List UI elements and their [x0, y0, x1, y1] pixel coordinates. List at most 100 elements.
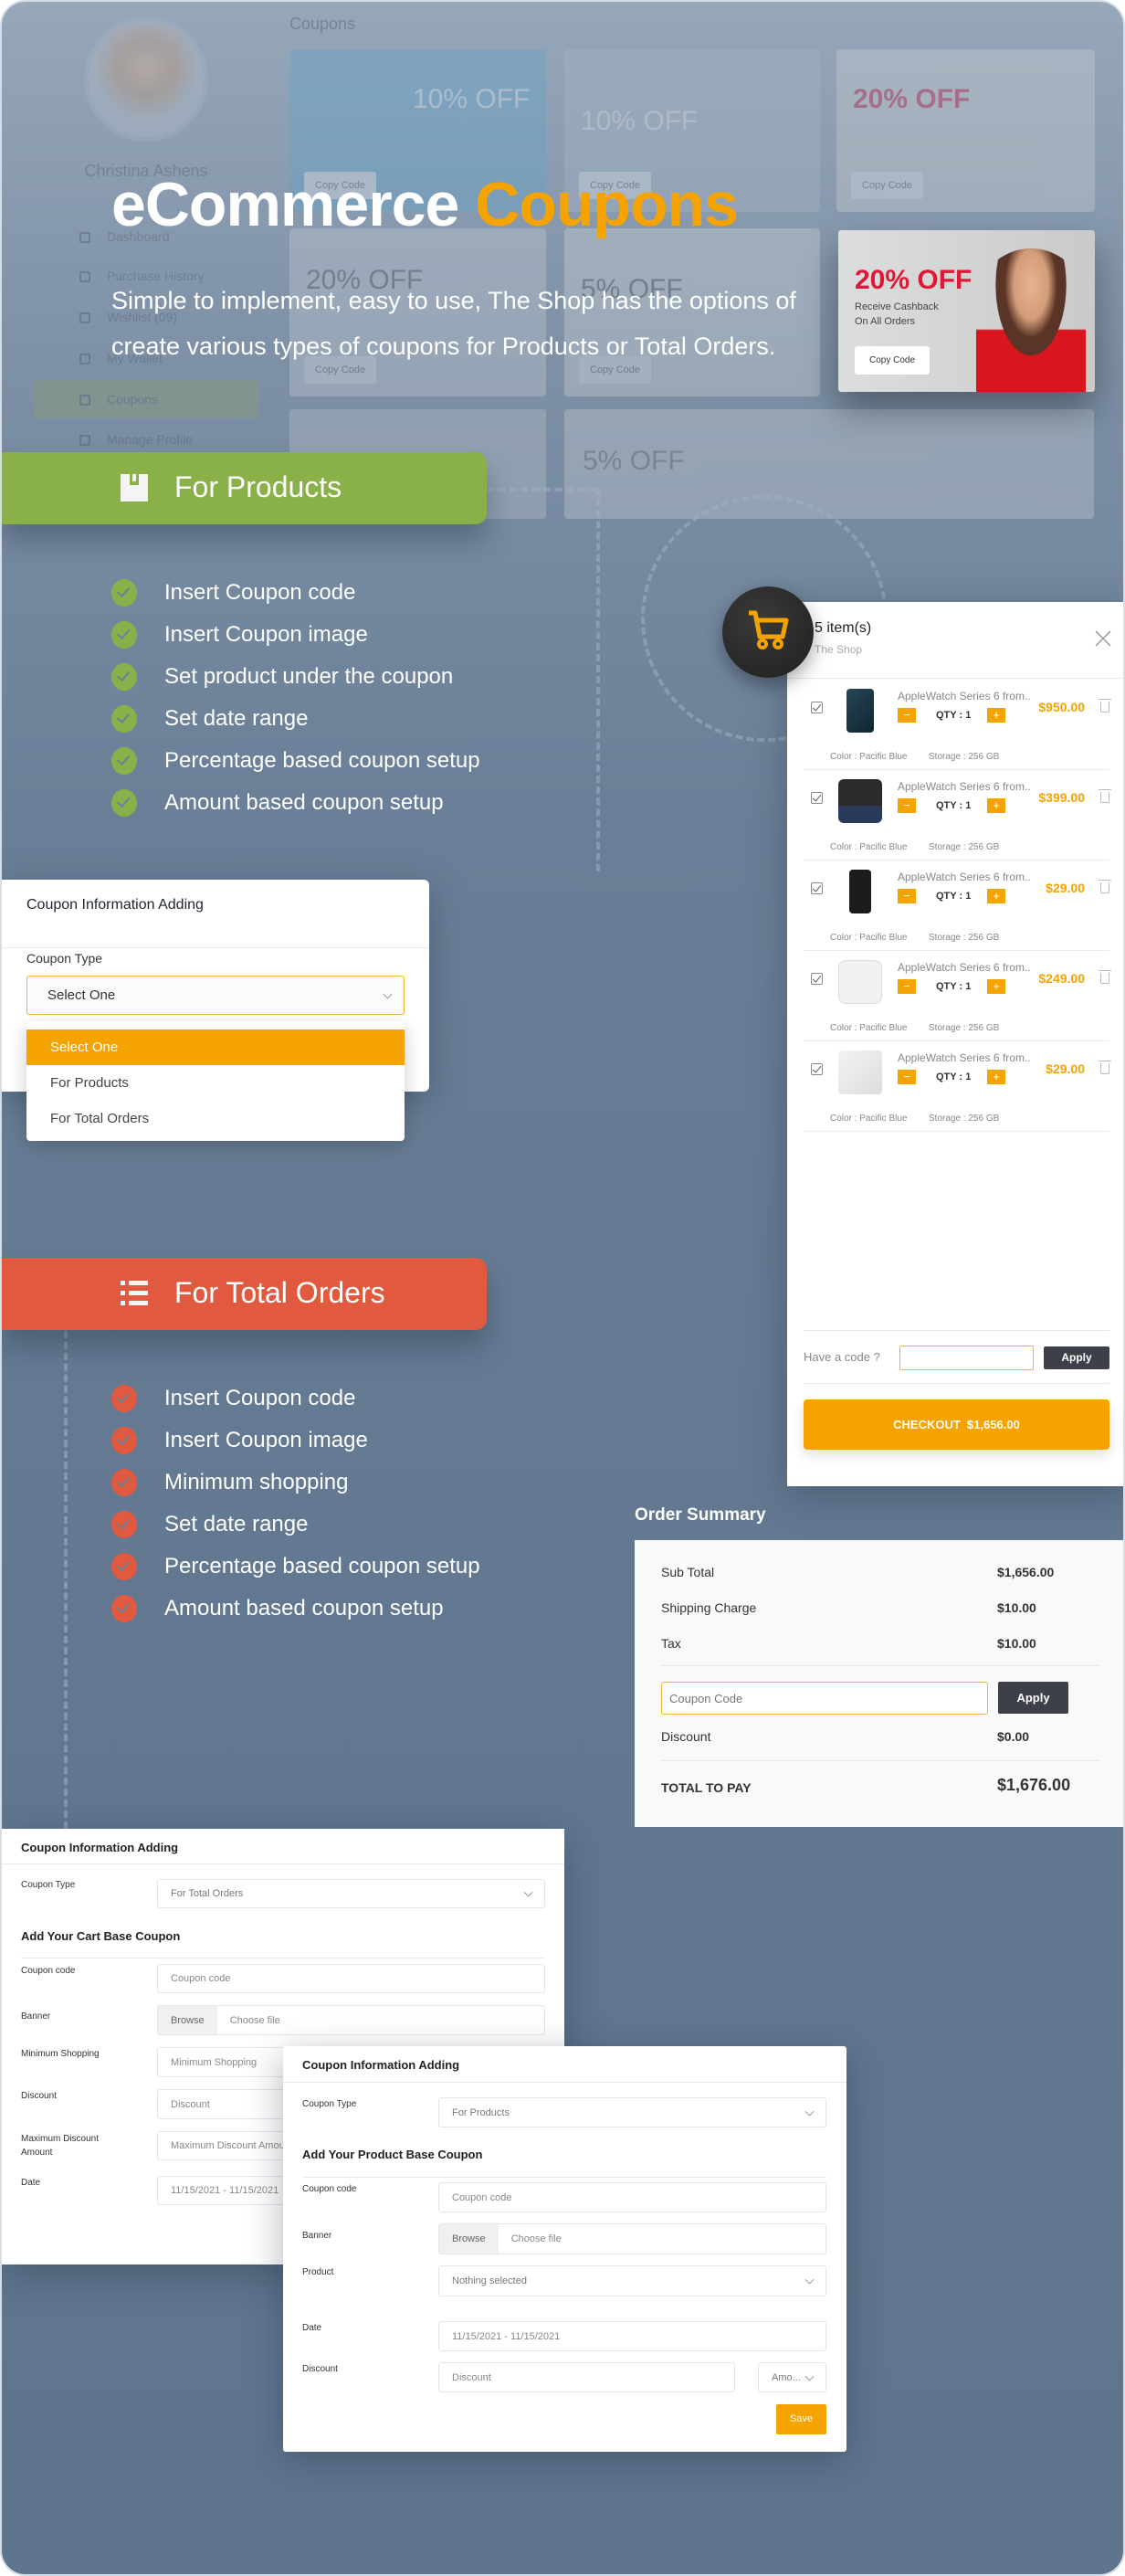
coupon-code-input[interactable] — [661, 1682, 988, 1715]
check-circle-icon — [111, 1553, 137, 1580]
feature-text: Minimum shopping — [164, 1470, 349, 1494]
option-for-total-orders[interactable]: For Total Orders — [26, 1101, 405, 1136]
total-value: $1,676.00 — [997, 1776, 1071, 1794]
cart-item: AppleWatch Series 6 from.. − QTY : 1 + $29.0… — [804, 1041, 1111, 1132]
checkout-button[interactable]: CHECKOUT $1,656.00 — [804, 1399, 1109, 1450]
increase-qty-button[interactable]: + — [987, 889, 1005, 903]
sidebar-item-manage-profile: Manage Profile — [79, 432, 193, 447]
increase-qty-button[interactable]: + — [987, 1070, 1005, 1084]
banner-file-input[interactable]: Browse Choose file — [157, 2005, 545, 2035]
product-select[interactable]: Nothing selected — [438, 2265, 826, 2296]
quantity: QTY : 1 — [936, 1072, 972, 1082]
sidebar-item-coupons: Coupons — [79, 392, 158, 406]
option-for-products[interactable]: For Products — [26, 1065, 405, 1101]
cart-item: AppleWatch Series 6 from.. − QTY : 1 + $950.… — [804, 680, 1111, 770]
card-title: Coupon Information Adding — [302, 2058, 460, 2072]
coupon-type-select[interactable]: For Products — [438, 2097, 826, 2127]
product-name[interactable]: AppleWatch Series 6 from.. — [898, 871, 1031, 883]
discount-type-select[interactable]: Amo... — [758, 2362, 826, 2392]
increase-qty-button[interactable]: + — [987, 708, 1005, 723]
banner-label: For Total Orders — [174, 1276, 385, 1309]
banner-label: Banner — [21, 2011, 51, 2022]
cart-code-input[interactable] — [899, 1346, 1034, 1370]
check-circle-icon — [111, 705, 137, 733]
chevron-down-icon — [383, 989, 393, 999]
product-storage: Storage : 256 GB — [929, 752, 1000, 762]
cart-icon-badge[interactable] — [722, 586, 814, 678]
coupon-card: 20% OFF Copy Code — [836, 49, 1095, 212]
coupon-code-input[interactable]: Coupon code — [438, 2182, 826, 2212]
summary-value: $10.00 — [997, 1600, 1036, 1615]
cart-apply-button[interactable]: Apply — [1044, 1346, 1109, 1369]
product-name[interactable]: AppleWatch Series 6 from.. — [898, 780, 1031, 793]
summary-label: Tax — [661, 1636, 681, 1651]
chevron-down-icon — [804, 2371, 815, 2381]
browse-button[interactable]: Browse — [439, 2224, 499, 2254]
date-input[interactable]: 11/15/2021 - 11/15/2021 — [438, 2321, 826, 2351]
feature-text: Percentage based coupon setup — [164, 1554, 480, 1578]
check-circle-icon — [111, 1385, 137, 1412]
banner-label: Banner — [302, 2231, 332, 2241]
coupon-code-input[interactable]: Coupon code — [157, 1964, 545, 1993]
close-icon[interactable] — [1094, 629, 1112, 648]
decrease-qty-button[interactable]: − — [898, 979, 916, 994]
quantity: QTY : 1 — [936, 891, 972, 902]
item-checkbox[interactable] — [811, 973, 823, 985]
check-circle-icon — [111, 1595, 137, 1622]
increase-qty-button[interactable]: + — [987, 798, 1005, 813]
option-select-one[interactable]: Select One — [26, 1029, 405, 1065]
trash-icon[interactable] — [1099, 880, 1111, 893]
discount-label: Discount — [21, 2091, 57, 2101]
product-storage: Storage : 256 GB — [929, 1114, 1000, 1124]
card-title: Coupon Information Adding — [21, 1841, 179, 1854]
product-name[interactable]: AppleWatch Series 6 from.. — [898, 961, 1031, 974]
discount-input[interactable]: Discount — [438, 2362, 735, 2392]
order-summary-title: Order Summary — [635, 1505, 766, 1525]
chevron-down-icon — [804, 2275, 815, 2285]
cart-count: 5 item(s) — [815, 620, 872, 636]
coupon-code-label: Coupon code — [302, 2184, 357, 2194]
decrease-qty-button[interactable]: − — [898, 889, 916, 903]
feature-text: Amount based coupon setup — [164, 790, 444, 815]
quantity: QTY : 1 — [936, 710, 972, 721]
product-name[interactable]: AppleWatch Series 6 from.. — [898, 1051, 1031, 1064]
item-checkbox[interactable] — [811, 702, 823, 713]
save-button[interactable]: Save — [776, 2404, 826, 2434]
feature-text: Set product under the coupon — [164, 664, 454, 689]
product-price: $950.00 — [1038, 700, 1085, 714]
coupon-type-select[interactable]: For Total Orders — [157, 1879, 545, 1908]
feature-text: Insert Coupon code — [164, 1386, 356, 1410]
item-checkbox[interactable] — [811, 882, 823, 894]
trash-icon[interactable] — [1099, 1061, 1111, 1074]
date-label: Date — [302, 2323, 322, 2333]
check-circle-icon — [111, 789, 137, 817]
trash-icon[interactable] — [1099, 970, 1111, 984]
check-circle-icon — [111, 621, 137, 649]
product-name[interactable]: AppleWatch Series 6 from.. — [898, 690, 1031, 702]
coupon-type-label: Coupon Type — [26, 951, 103, 966]
increase-qty-button[interactable]: + — [987, 979, 1005, 994]
products-form: Coupon Information Adding Coupon Type Fo… — [283, 2046, 846, 2452]
product-image — [849, 870, 871, 913]
trash-icon[interactable] — [1099, 789, 1111, 803]
avatar — [84, 17, 208, 142]
apply-coupon-button[interactable]: Apply — [998, 1682, 1068, 1714]
decrease-qty-button[interactable]: − — [898, 1070, 916, 1084]
coupon-text: Receive Cashback On All Orders — [855, 301, 939, 327]
product-storage: Storage : 256 GB — [929, 933, 1000, 943]
discount-label: Discount — [302, 2364, 338, 2374]
trash-icon[interactable] — [1099, 699, 1111, 713]
coupon-offer: 20% OFF — [855, 265, 973, 295]
item-checkbox[interactable] — [811, 1063, 823, 1075]
browse-button[interactable]: Browse — [158, 2006, 217, 2034]
coupon-type-select[interactable]: Select One — [26, 976, 405, 1015]
banner-file-input[interactable]: Browse Choose file — [438, 2223, 826, 2254]
discount-label: Discount — [661, 1729, 711, 1744]
decrease-qty-button[interactable]: − — [898, 708, 916, 723]
coupon-model-image — [976, 248, 1086, 392]
decrease-qty-button[interactable]: − — [898, 798, 916, 813]
copy-code-button[interactable]: Copy Code — [855, 346, 930, 375]
page-frame: Christina Ashens Dashboard Purchase Hist… — [0, 0, 1125, 2576]
check-circle-icon — [111, 1427, 137, 1454]
item-checkbox[interactable] — [811, 792, 823, 804]
